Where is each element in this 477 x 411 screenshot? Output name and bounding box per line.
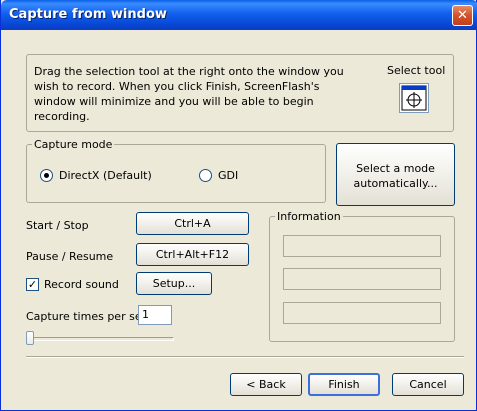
information-label: Information (275, 210, 343, 223)
select-tool-label: Select tool (387, 64, 446, 77)
information-field-1 (283, 235, 441, 257)
footer-separator (26, 356, 464, 358)
capture-rate-slider-thumb[interactable] (26, 331, 34, 345)
finish-button[interactable]: Finish (308, 373, 380, 396)
record-sound-label[interactable]: Record sound (44, 278, 119, 291)
dialog-window: Capture from window ✕ Drag the selection… (0, 0, 477, 411)
directx-radio-label[interactable]: DirectX (Default) (59, 169, 152, 182)
crosshair-target-icon (401, 85, 427, 111)
capture-mode-label: Capture mode (32, 138, 115, 151)
pause-resume-label: Pause / Resume (26, 250, 114, 263)
information-field-3 (283, 302, 441, 324)
close-icon: ✕ (457, 8, 468, 23)
instruction-text: Drag the selection tool at the right ont… (34, 65, 344, 123)
sound-setup-button[interactable]: Setup... (136, 272, 212, 295)
back-button[interactable]: < Back (230, 373, 302, 396)
gdi-radio-label[interactable]: GDI (218, 169, 238, 182)
window-title: Capture from window (9, 7, 167, 22)
start-stop-label: Start / Stop (26, 219, 89, 232)
capture-rate-slider-track[interactable] (26, 337, 174, 341)
start-stop-hotkey-button[interactable]: Ctrl+A (136, 212, 249, 235)
directx-radio[interactable] (40, 169, 53, 182)
close-button[interactable]: ✕ (452, 5, 473, 26)
information-field-2 (283, 268, 441, 290)
cancel-button[interactable]: Cancel (392, 373, 464, 396)
checkmark-icon: ✓ (27, 278, 38, 291)
title-bar[interactable]: Capture from window ✕ (1, 0, 477, 30)
instruction-panel: Drag the selection tool at the right ont… (26, 54, 454, 132)
select-mode-automatically-button[interactable]: Select a mode automatically... (336, 143, 455, 206)
dialog-client-area: Drag the selection tool at the right ont… (4, 30, 473, 408)
select-tool-button[interactable] (399, 83, 429, 113)
gdi-radio[interactable] (199, 169, 212, 182)
capture-rate-input[interactable]: 1 (138, 305, 172, 325)
pause-resume-hotkey-button[interactable]: Ctrl+Alt+F12 (136, 243, 249, 266)
record-sound-checkbox[interactable]: ✓ (26, 278, 39, 291)
capture-rate-label: Capture times per sec (26, 310, 148, 323)
